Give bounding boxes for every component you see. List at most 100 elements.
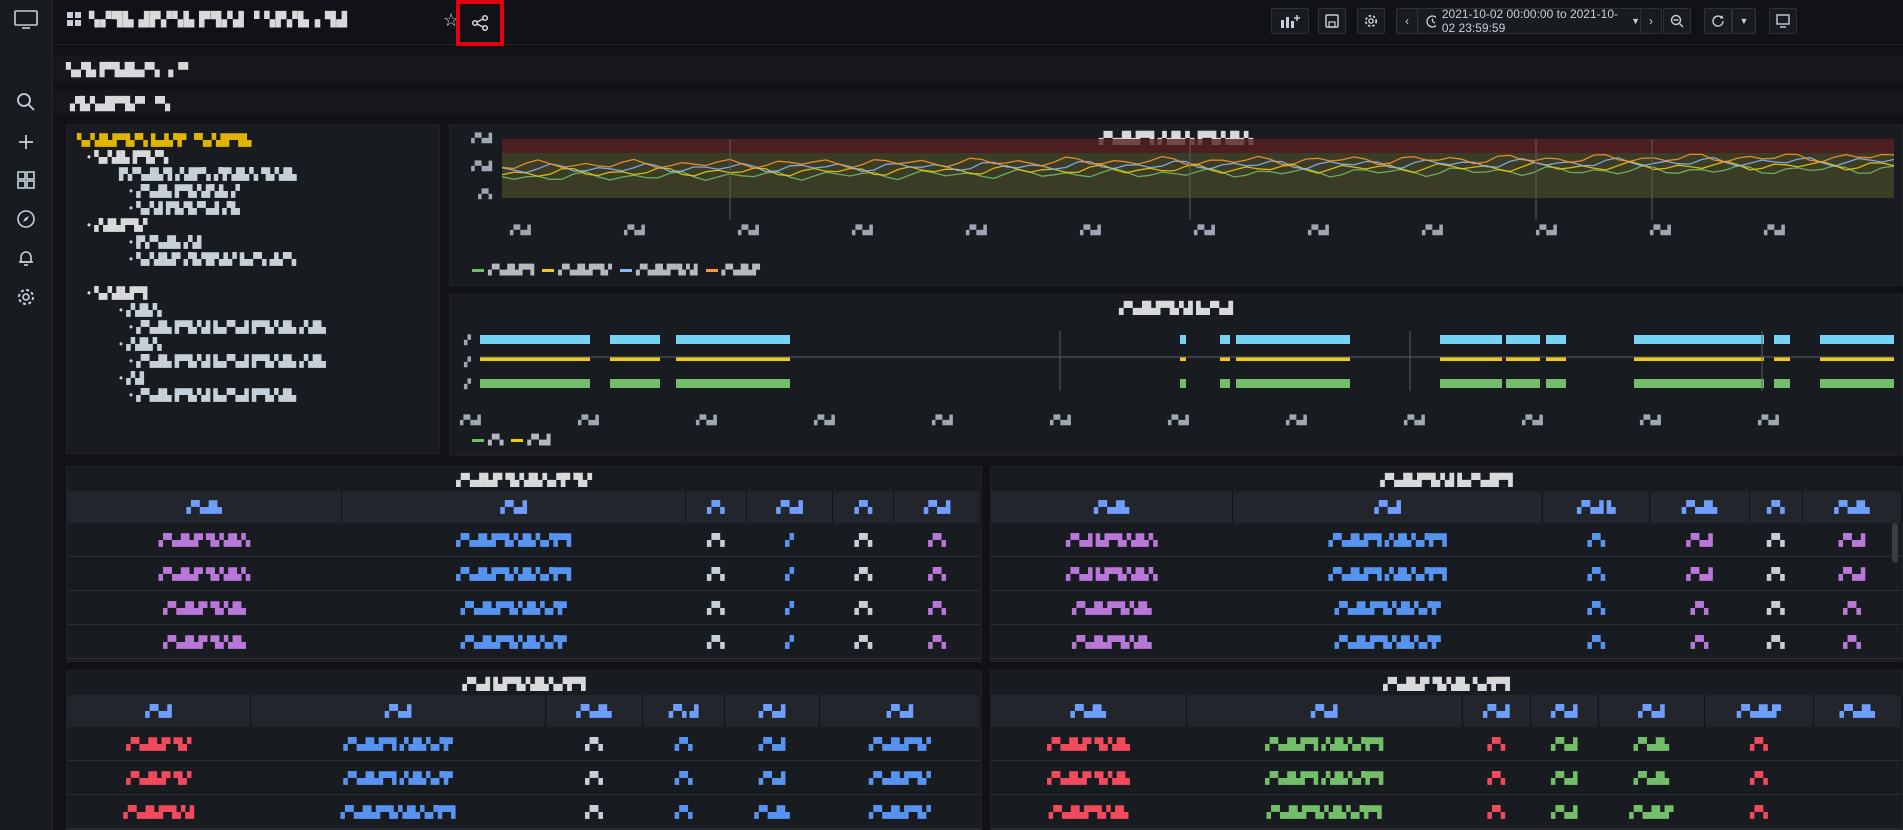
column-header[interactable]: ▞▚▟ [1530, 695, 1599, 727]
table-2-scrollbar[interactable] [1892, 523, 1898, 563]
state-bar [1236, 335, 1350, 344]
table-row[interactable]: ▞▚▟▙▛▜▞▟▙ ▞▚▟▙▛▜▞▟▙▚▞▛ ▞▚ ▞▚ ▞▚ ▞▚ [991, 624, 1902, 659]
legend-label[interactable]: ▞▚▟ [527, 435, 550, 446]
refresh-interval-dropdown[interactable]: ▼ [1732, 8, 1756, 34]
legend-label[interactable]: ▞▚▟▙▛▜▞ [558, 265, 612, 276]
table-cell: ▞▚ [1542, 523, 1650, 557]
x-tick-label: ▞▚▟ [1307, 224, 1330, 236]
monitor-icon[interactable] [12, 9, 40, 31]
table-panel-4: ▞▚▟▙▛ ▜▞▟▙ ▚▞▛▜ ▞▚▟▙ ▞▚▟ ▞▚▟ ▞▚▟ ▞▚▟ ▞▚▟▙▛ ▞▚▟… [990, 670, 1903, 830]
column-header[interactable]: ▞▚▟ [819, 695, 981, 727]
table-row[interactable]: ▞▚▟▙▛ ▜▞ ▞▚▟▙▛▜ ▞▟▙▚▞▛ ▞▚ ▞▚ ▞▚▟ ▞▚▟▙▛▜▞ [67, 727, 981, 761]
table-row[interactable]: ▞▚▟ ▙▛▜▞▟▙▚ ▞▚▟▙▛▜ ▞▟▙▚▞▛▜ ▞▚ ▞▚▟ ▞▚ ▞▚▟ [991, 556, 1902, 591]
column-header[interactable]: ▞▚▟▙ [1813, 695, 1902, 727]
time-back-button[interactable]: ‹ [1396, 8, 1418, 34]
add-panel-button[interactable] [1271, 8, 1309, 34]
table-row[interactable]: ▞▚▟▙▛▜▞▟ ▞▚▟▙▛▜▞▟▙▚▞▛▜ ▞▚ ▞▚ ▞▚▟▙ ▞▚▟▙▛▜▞ [67, 794, 981, 829]
table-cell: ▞▚▟▙▛ ▜▞▟▙▚ [67, 523, 342, 557]
table-row[interactable]: ▞▚▟▙▛ ▜▞▟▙ ▞▚▟▙▛▜ ▞▟▙▚▞▛▜ ▞▚ ▞▚▟ ▞▚▟▙ ▞▚ [991, 727, 1902, 761]
column-header[interactable]: ▞▚▟ [1232, 491, 1544, 523]
column-header[interactable]: ▞▚▟▙▛ [1704, 695, 1814, 727]
table-cell: ▞▚▟▙ [724, 794, 820, 829]
table-cell: ▞▚ [1542, 590, 1650, 625]
column-header[interactable]: ▞▚ [1749, 491, 1803, 523]
column-header[interactable]: ▞▚▟ [341, 491, 686, 523]
table-row[interactable]: ▞▚▟▙▛ ▜▞▟▙▚ ▞▚▟▙▛▜▞▟▙▚▞▛▜ ▞▚ ▞ ▞▚ ▞▚ [67, 556, 981, 591]
table-row[interactable]: ▞▚▟▙▛ ▜▞ ▞▚▟▙▛▜ ▞▟▙▚▞▛ ▞▚ ▞▚ ▞▚▟ ▞▚▟▙▛▜▞ [67, 760, 981, 795]
column-header[interactable]: ▞▚ [685, 491, 747, 523]
column-header[interactable]: ▞▚▟ ▙ [1542, 491, 1651, 523]
legend-label[interactable]: ▞▚▟▙▛▜ [488, 265, 534, 276]
bell-icon[interactable] [14, 246, 38, 270]
text-line: • ▞▟▙▚ [119, 339, 162, 351]
column-header[interactable]: ▞▚▟ [746, 491, 834, 523]
table-cell: ▞▚ [545, 727, 643, 761]
table-cell: ▞▚ [685, 624, 747, 659]
row-title-1[interactable]: ▚▞▙ ▛▜▟▙▞▚ ▗▝▘ [66, 62, 193, 78]
table-row[interactable]: ▞▚▟▙▛▜▞▟▙ ▞▚▟▙▛▜▞▟▙▚▞▛ ▞▚ ▞▚ ▞▚ ▞▚ [991, 590, 1902, 625]
column-header[interactable]: ▞▚▟▙ [67, 491, 343, 523]
x-tick-label: ▞▚▟ [459, 414, 482, 426]
tv-mode-button[interactable] [1769, 8, 1797, 34]
table-row[interactable]: ▞▚▟▙▛ ▜▞▟▙ ▞▚▟▙▛▜ ▞▟▙▚▞▛▜ ▞▚ ▞▚▟ ▞▚▟▙ ▞▚ [991, 760, 1902, 795]
refresh-button[interactable] [1704, 8, 1732, 34]
zoom-out-button[interactable] [1663, 8, 1691, 34]
table-row[interactable]: ▞▚▟▙▛ ▜▞▟▙ ▞▚▟▙▛▜▞▟▙▚▞▛ ▞▚ ▞ ▞▚ ▞▚ [67, 624, 981, 659]
row-title-2[interactable]: ▞▙▚▟▛▜▞▘▝▚ [70, 96, 170, 112]
dashboard-title[interactable]: ▚▞▜▙ ▟▛▞▚▙ ▛▜▞▟ ▝ ▚▛▞▙▗ ▜▟ [89, 11, 348, 28]
search-icon[interactable] [14, 90, 38, 114]
column-header[interactable]: ▞▚▟▙ [991, 695, 1187, 727]
text-panel-body: • ▚▞▟▙ ▛▜▞▚ ▛▞▚▟▙▜ ▞▟▛▚ ▞▛▟▙▚ ▜▞▟▙ • ▞▚▟▙ … [77, 150, 429, 405]
column-header[interactable]: ▞▚ [832, 491, 895, 523]
column-header[interactable]: ▞▚▟▙ [991, 491, 1234, 523]
column-header[interactable]: ▞▚▟▙ [1802, 491, 1902, 523]
data-table: ▞▚▟▙ ▞▚▟ ▞▚▟ ▞▚▟ ▞▚▟ ▞▚▟▙▛ ▞▚▟▙ ▞▚▟▙▛ ▜▞▟▙ ▞▚▟▙▛… [991, 695, 1902, 829]
state-bar [676, 335, 790, 344]
table-row[interactable]: ▞▚▟▙▛ ▜▞▟▙▚ ▞▚▟▙▛▜▞▟▙▚▞▛▜ ▞▚ ▞ ▞▚ ▞▚ [67, 523, 981, 557]
table-cell: ▞▚ [545, 794, 643, 829]
row-label: ▞ [463, 378, 472, 390]
table-row[interactable]: ▞▚▟ ▙▛▜▞▟▙▚ ▞▚▟▙▛▜ ▞▟▙▚▞▛▜ ▞▚ ▞▚▟ ▞▚ ▞▚▟ [991, 523, 1902, 557]
row-header-2[interactable] [53, 90, 1903, 116]
table-row[interactable]: ▞▚▟▙▛▜▞▟▙ ▞▚▟▙▛▜▞▟▙▚▞▛▜ ▞▚ ▞▚▟ ▞▚▟▙▛ ▞▚ [991, 794, 1902, 829]
column-header[interactable]: ▞▚▟▙ [545, 695, 643, 727]
row-header-1[interactable] [53, 56, 1903, 82]
table-cell: ▞▚▟▙▛▜▞▟▙ [991, 624, 1233, 659]
column-header[interactable]: ▞▚▟ [250, 695, 547, 727]
time-picker[interactable]: 2021-10-02 00:00:00 to 2021-10-02 23:59:… [1417, 7, 1641, 35]
timeseries-chart[interactable]: ▞▚▟▞▚▟▞▚▞▚▟ ▞▚▟ ▞▚▟ ▞▚▟ ▞▚▟ ▞▚▟ ▞▚▟ ▞▚▟ ▞▚▟ ▞▚▟ ▞▚… [450, 125, 1903, 286]
table-cell: ▞▚▟▙▛▜ ▞▟▙▚▞▛▜ [1232, 556, 1543, 591]
gear-icon[interactable] [14, 285, 38, 309]
state-bar [1820, 357, 1894, 361]
plus-icon[interactable] [14, 130, 38, 154]
table-cell: ▞▚▟▙▛▜▞▟▙ [991, 794, 1186, 829]
column-header[interactable]: ▞▚▟ [1598, 695, 1706, 727]
column-header[interactable]: ▞▚ ▟ [642, 695, 726, 727]
state-timeline-chart[interactable]: ▞ ▞ ▞ ▞▚▟ ▞▚▟ ▞▚▟ ▞▚▟ ▞▚▟ ▞▚▟ ▞▚▟ ▞▚▟ ▞▚▟ ▞▚▟ ▞▚▟ ▞▚▟ [450, 295, 1903, 456]
state-bar [480, 357, 590, 361]
save-button[interactable] [1318, 8, 1346, 34]
time-forward-button[interactable]: › [1640, 8, 1662, 34]
dashboards-icon[interactable] [14, 168, 38, 192]
legend-label[interactable]: ▞▚ [488, 435, 503, 446]
legend-label[interactable]: ▞▚▟▙▛ [722, 265, 760, 276]
share-button[interactable] [456, 0, 504, 46]
x-tick-label: ▞▚▟ [1521, 414, 1544, 426]
column-header[interactable]: ▞▚▟ [1462, 695, 1531, 727]
table-cell: ▞▚ [1649, 590, 1749, 625]
table-4-title: ▞▚▟▙▛ ▜▞▟▙ ▚▞▛▜ [1383, 677, 1510, 691]
column-header[interactable]: ▞▚▟▙ [1649, 491, 1750, 523]
legend-label[interactable]: ▞▚▟▙▛▜▞▟ [636, 265, 698, 276]
table-cell: ▞▚▟▙▛▜▞ [819, 794, 981, 829]
table-cell: ▞▚ [893, 624, 981, 659]
column-header[interactable]: ▞▚▟ [1186, 695, 1463, 727]
compass-icon[interactable] [14, 207, 38, 231]
state-bar [1546, 379, 1566, 388]
column-header[interactable]: ▞▚▟ [67, 695, 252, 727]
settings-button[interactable] [1357, 8, 1385, 34]
table-cell: ▞▚▟▙▛ ▜▞▟▙ [991, 760, 1186, 795]
column-header[interactable]: ▞▚▟ [724, 695, 820, 727]
table-row[interactable]: ▞▚▟▙▛ ▜▞▟▙ ▞▚▟▙▛▜▞▟▙▚▞▛ ▞▚ ▞ ▞▚ ▞▚ [67, 590, 981, 625]
state-bar [1220, 379, 1230, 388]
column-header[interactable]: ▞▚▟ [893, 491, 981, 523]
